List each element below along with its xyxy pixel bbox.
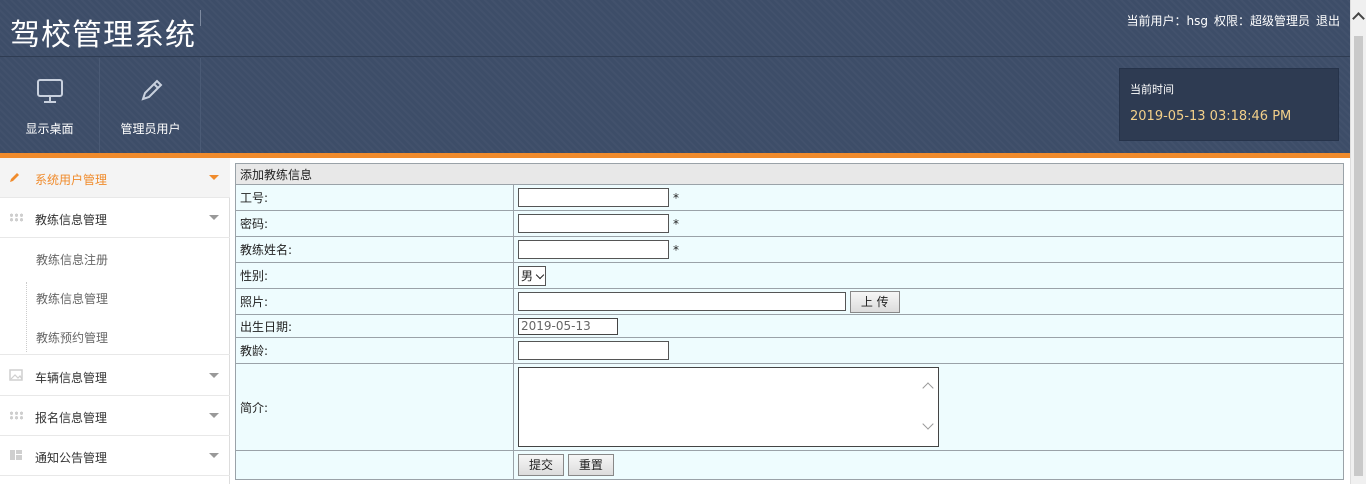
chevron-down-icon: [209, 215, 219, 220]
required-mark: *: [673, 216, 679, 231]
form-title: 添加教练信息: [235, 163, 1344, 185]
field-cell-name: *: [513, 236, 1344, 263]
title-separator: [200, 10, 201, 26]
user-role: 权限：超级管理员: [1213, 14, 1310, 28]
field-label-id: 工号:: [235, 184, 514, 211]
required-mark: *: [673, 242, 679, 257]
field-cell-photo: 上 传: [513, 288, 1344, 315]
field-label-birthdate: 出生日期:: [235, 314, 514, 338]
sidebar-subitem-label: 教练信息管理: [36, 292, 109, 306]
chevron-down-icon: [535, 270, 545, 279]
title-bar: 驾校管理系统 当前用户：hsg 权限：超级管理员 退出: [0, 0, 1350, 57]
chevron-down-icon: [209, 413, 219, 418]
field-cell-experience: [513, 337, 1344, 364]
admin-user-button[interactable]: 管理员用户: [101, 58, 201, 153]
time-panel: 当前时间 2019-05-13 03:18:46 PM: [1119, 68, 1339, 141]
field-cell-password: *: [513, 210, 1344, 237]
form-row-experience: 教龄:: [235, 337, 1344, 364]
pencil-icon: [140, 79, 162, 101]
layout-icon: [10, 450, 22, 460]
monitor-icon: [36, 79, 63, 103]
field-label-gender: 性别:: [235, 262, 514, 289]
sidebar-item-notice[interactable]: 通知公告管理: [0, 436, 230, 476]
sidebar-item-coach-info[interactable]: 教练信息管理: [0, 198, 230, 238]
field-label-experience: 教龄:: [235, 337, 514, 364]
sidebar-subitem-coach-booking[interactable]: 教练预约管理: [0, 316, 230, 355]
field-label-name: 教练姓名:: [235, 236, 514, 263]
chevron-up-icon[interactable]: [1352, 12, 1365, 25]
sidebar-item-label: 教练信息管理: [35, 213, 108, 227]
coach-form: 添加教练信息 工号: * 密码: * 教练姓名: * 性别: 男 照片: 上 传…: [235, 163, 1344, 480]
field-cell-birthdate: 2019-05-13: [513, 314, 1344, 338]
sidebar-item-enroll-info[interactable]: 报名信息管理: [0, 396, 230, 436]
show-desktop-label: 显示桌面: [25, 122, 74, 136]
admin-user-label: 管理员用户: [120, 122, 181, 136]
chevron-down-icon: [209, 373, 219, 378]
scrollbar-thumb[interactable]: [1354, 36, 1363, 476]
field-cell-gender: 男: [513, 262, 1344, 289]
intro-textarea[interactable]: [518, 367, 939, 447]
gender-select-value: 男: [521, 268, 534, 283]
pencil-icon: [10, 173, 19, 182]
coach-id-input[interactable]: [518, 188, 669, 207]
sidebar-item-label: 通知公告管理: [35, 451, 108, 465]
form-row-gender: 性别: 男: [235, 262, 1344, 289]
time-value: 2019-05-13 03:18:46 PM: [1130, 109, 1292, 124]
form-row-intro: 简介:: [235, 363, 1344, 451]
image-icon: [9, 369, 23, 381]
form-row-actions: 提交 重置: [235, 450, 1344, 480]
form-header-row: 添加教练信息: [235, 163, 1344, 185]
sidebar-subitem-coach-manage[interactable]: 教练信息管理: [0, 277, 230, 316]
form-row-birthdate: 出生日期: 2019-05-13: [235, 314, 1344, 338]
sidebar-subitem-coach-register[interactable]: 教练信息注册: [0, 238, 230, 277]
user-info: 当前用户：hsg 权限：超级管理员 退出: [1126, 12, 1340, 29]
upload-button[interactable]: 上 传: [849, 290, 900, 313]
sidebar-subitem-label: 教练预约管理: [36, 331, 109, 345]
reset-button[interactable]: 重置: [567, 454, 614, 476]
field-label-intro: 简介:: [235, 363, 514, 451]
sidebar-item-system-users[interactable]: 系统用户管理: [0, 158, 230, 198]
field-cell-actions: 提交 重置: [513, 450, 1344, 480]
submit-button[interactable]: 提交: [518, 454, 565, 476]
header: 驾校管理系统 当前用户：hsg 权限：超级管理员 退出 显示桌面 管理员用户 当…: [0, 0, 1350, 153]
current-user: 当前用户：hsg: [1126, 14, 1208, 28]
time-label: 当前时间: [1130, 83, 1174, 96]
sidebar-item-vehicle-info[interactable]: 车辆信息管理: [0, 356, 230, 396]
birthdate-input[interactable]: 2019-05-13: [518, 317, 618, 335]
field-cell-intro: [513, 363, 1344, 451]
sidebar-subitem-label: 教练信息注册: [36, 253, 109, 267]
logout-link[interactable]: 退出: [1316, 12, 1340, 29]
sidebar: 系统用户管理 教练信息管理 教练信息注册 教练信息管理 教练预约管理 车辆信息管…: [0, 158, 230, 484]
chevron-up-icon[interactable]: [922, 382, 934, 394]
submenu-guide-line: [26, 282, 27, 352]
form-row-id: 工号: *: [235, 184, 1344, 211]
chevron-down-icon: [209, 453, 219, 458]
experience-input[interactable]: [518, 341, 669, 360]
coach-form-table: 添加教练信息 工号: * 密码: * 教练姓名: * 性别: 男 照片: 上 传…: [235, 163, 1344, 480]
required-mark: *: [673, 190, 679, 205]
sidebar-item-label: 报名信息管理: [35, 411, 108, 425]
sidebar-item-label: 系统用户管理: [35, 173, 108, 187]
chevron-down-icon[interactable]: [922, 418, 934, 430]
page-scrollbar[interactable]: [1350, 0, 1366, 484]
chevron-down-icon: [209, 175, 219, 180]
password-input[interactable]: [518, 214, 669, 233]
field-label-password: 密码:: [235, 210, 514, 237]
grid-icon: [9, 411, 23, 420]
coach-name-input[interactable]: [518, 240, 669, 259]
app-title: 驾校管理系统: [10, 18, 196, 53]
field-label-photo: 照片:: [235, 288, 514, 315]
photo-path-input[interactable]: [518, 292, 846, 311]
gender-select[interactable]: 男: [518, 265, 547, 286]
form-row-password: 密码: *: [235, 210, 1344, 237]
empty-cell: [235, 450, 514, 480]
sidebar-item-label: 车辆信息管理: [35, 371, 108, 385]
grid-icon: [9, 213, 23, 222]
field-cell-id: *: [513, 184, 1344, 211]
form-row-photo: 照片: 上 传: [235, 288, 1344, 315]
form-row-name: 教练姓名: *: [235, 236, 1344, 263]
show-desktop-button[interactable]: 显示桌面: [0, 58, 100, 153]
